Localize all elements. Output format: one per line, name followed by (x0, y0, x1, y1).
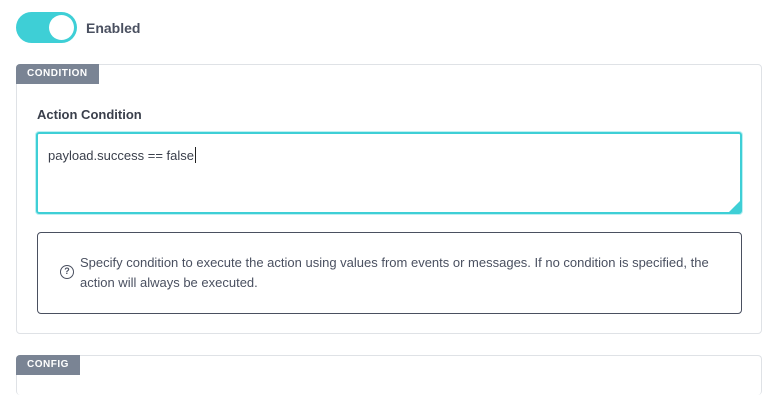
condition-section: CONDITION Action Condition payload.succe… (16, 64, 762, 334)
action-condition-input[interactable]: payload.success == false (36, 132, 742, 214)
question-circle-icon: ? (60, 265, 74, 279)
enabled-toggle-row: Enabled (16, 12, 140, 43)
toggle-knob (49, 15, 74, 40)
config-section: CONFIG (16, 355, 762, 395)
enabled-label: Enabled (86, 19, 141, 36)
text-cursor (194, 147, 196, 163)
resize-handle-icon[interactable] (729, 201, 740, 212)
action-condition-label: Action Condition (37, 107, 142, 122)
condition-section-tag: CONDITION (16, 64, 99, 84)
action-condition-value: payload.success == false (48, 148, 194, 163)
config-section-tag: CONFIG (16, 355, 80, 375)
condition-help-box: ? Specify condition to execute the actio… (37, 232, 742, 314)
condition-help-text: Specify condition to execute the action … (80, 255, 709, 290)
enabled-toggle[interactable] (16, 12, 77, 43)
